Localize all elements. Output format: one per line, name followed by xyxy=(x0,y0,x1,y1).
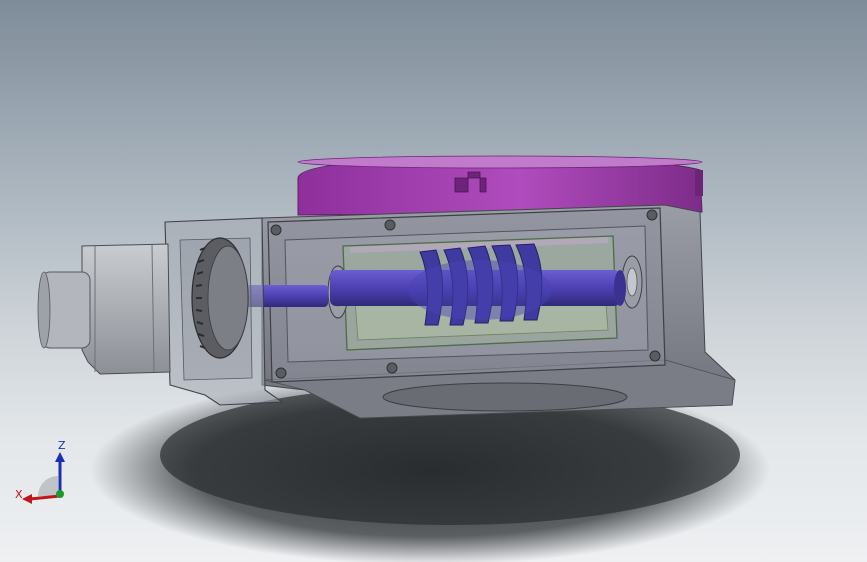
graphics-viewport[interactable]: Z X xyxy=(0,0,867,562)
x-axis-arrow xyxy=(29,494,61,501)
y-axis-dot xyxy=(56,490,64,498)
triad-plane xyxy=(38,476,58,496)
x-axis-label: X xyxy=(15,488,23,501)
servo-motor[interactable] xyxy=(37,243,171,375)
x-axis-head xyxy=(22,494,32,504)
worm-gear[interactable] xyxy=(408,243,552,326)
z-axis-head xyxy=(55,452,65,462)
z-axis-label: Z xyxy=(58,439,66,452)
coordinate-triad: Z X xyxy=(15,439,66,504)
spur-gear[interactable] xyxy=(191,237,249,359)
base-bore xyxy=(382,382,628,412)
cad-model-view[interactable] xyxy=(0,0,867,562)
